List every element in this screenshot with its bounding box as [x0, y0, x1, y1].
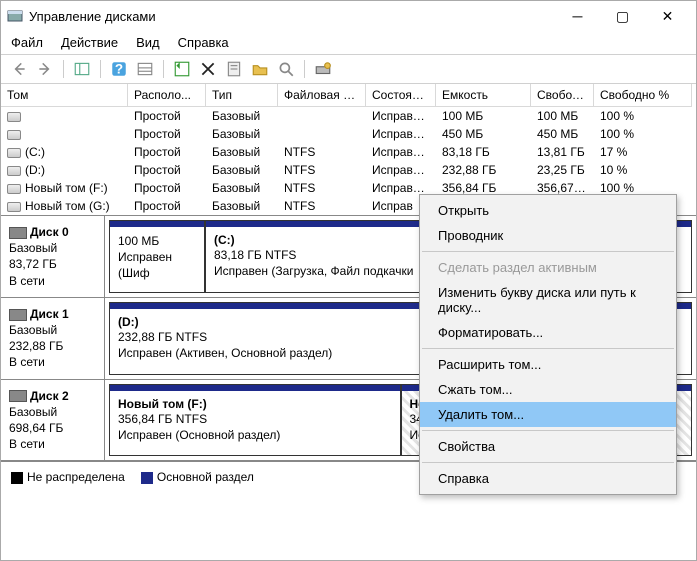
disk-2-size: 698,64 ГБ — [9, 420, 96, 436]
disk-1-name: Диск 1 — [30, 307, 69, 321]
back-icon[interactable] — [9, 59, 29, 79]
toolbar: ? — [1, 55, 696, 84]
disk-0-status: В сети — [9, 273, 96, 289]
disk-2-status: В сети — [9, 436, 96, 452]
properties-icon[interactable] — [224, 59, 244, 79]
col-status[interactable]: Состояние — [366, 84, 436, 107]
menu-help[interactable]: Справка — [178, 35, 229, 50]
disk-icon — [9, 309, 27, 321]
table-row[interactable]: (C:)ПростойБазовыйNTFSИсправен...83,18 Г… — [1, 143, 696, 161]
col-capacity[interactable]: Емкость — [436, 84, 531, 107]
table-header: Том Располо... Тип Файловая с... Состоян… — [1, 84, 696, 107]
minimize-button[interactable]: ─ — [555, 2, 600, 30]
panel-icon[interactable] — [72, 59, 92, 79]
vol-title: Новый том (F:) — [118, 397, 392, 411]
volume-icon — [7, 112, 21, 122]
disk-2-vol-0[interactable]: Новый том (F:) 356,84 ГБ NTFS Исправен (… — [109, 384, 401, 457]
menu-bar: Файл Действие Вид Справка — [1, 31, 696, 55]
help-icon[interactable]: ? — [109, 59, 129, 79]
disk-0-type: Базовый — [9, 240, 96, 256]
disk-0-label[interactable]: Диск 0 Базовый 83,72 ГБ В сети — [1, 216, 105, 297]
menu-view[interactable]: Вид — [136, 35, 160, 50]
volume-icon — [7, 184, 21, 194]
vol-status: Исправен (Основной раздел) — [118, 427, 392, 443]
ctx-explorer[interactable]: Проводник — [420, 223, 676, 248]
delete-icon[interactable] — [198, 59, 218, 79]
volume-icon — [7, 202, 21, 212]
disk-1-label[interactable]: Диск 1 Базовый 232,88 ГБ В сети — [1, 298, 105, 379]
legend-primary: Основной раздел — [141, 470, 254, 484]
ctx-properties[interactable]: Свойства — [420, 434, 676, 459]
menu-file[interactable]: Файл — [11, 35, 43, 50]
menu-action[interactable]: Действие — [61, 35, 118, 50]
col-free[interactable]: Свобод... — [531, 84, 594, 107]
col-type[interactable]: Тип — [206, 84, 278, 107]
forward-icon[interactable] — [35, 59, 55, 79]
table-row[interactable]: ПростойБазовыйИсправен...100 МБ100 МБ100… — [1, 107, 696, 125]
disk-icon — [9, 227, 27, 239]
disk-2-type: Базовый — [9, 404, 96, 420]
search-icon[interactable] — [276, 59, 296, 79]
window-title: Управление дисками — [29, 9, 555, 24]
volume-icon — [7, 148, 21, 158]
disk-2-label[interactable]: Диск 2 Базовый 698,64 ГБ В сети — [1, 380, 105, 461]
vol-size: 100 МБ — [118, 233, 196, 249]
disk-0-name: Диск 0 — [30, 225, 69, 239]
disk-2-name: Диск 2 — [30, 389, 69, 403]
refresh-icon[interactable] — [172, 59, 192, 79]
app-icon — [7, 8, 23, 24]
disk-icon — [9, 390, 27, 402]
ctx-delete[interactable]: Удалить том... — [420, 402, 676, 427]
col-volume[interactable]: Том — [1, 84, 128, 107]
ctx-help[interactable]: Справка — [420, 466, 676, 491]
disk-0-vol-0[interactable]: 100 МБ Исправен (Шиф — [109, 220, 205, 293]
vol-size: 356,84 ГБ NTFS — [118, 411, 392, 427]
close-button[interactable]: ✕ — [645, 2, 690, 30]
ctx-change-letter[interactable]: Изменить букву диска или путь к диску... — [420, 280, 676, 320]
volume-icon — [7, 166, 21, 176]
svg-text:?: ? — [115, 62, 123, 77]
disk-1-status: В сети — [9, 354, 96, 370]
ctx-make-active: Сделать раздел активным — [420, 255, 676, 280]
vol-status: Исправен (Шиф — [118, 249, 196, 281]
folder-icon[interactable] — [250, 59, 270, 79]
col-filesystem[interactable]: Файловая с... — [278, 84, 366, 107]
settings-icon[interactable] — [135, 59, 155, 79]
volume-icon — [7, 130, 21, 140]
title-bar: Управление дисками ─ ▢ ✕ — [1, 1, 696, 31]
ctx-open[interactable]: Открыть — [420, 198, 676, 223]
ctx-shrink[interactable]: Сжать том... — [420, 377, 676, 402]
col-layout[interactable]: Располо... — [128, 84, 206, 107]
table-row[interactable]: (D:)ПростойБазовыйNTFSИсправен...232,88 … — [1, 161, 696, 179]
disk-1-type: Базовый — [9, 322, 96, 338]
ctx-format[interactable]: Форматировать... — [420, 320, 676, 345]
context-menu: Открыть Проводник Сделать раздел активны… — [419, 194, 677, 495]
disk-settings-icon[interactable] — [313, 59, 333, 79]
col-free-pct[interactable]: Свободно % — [594, 84, 692, 107]
legend-unallocated: Не распределена — [11, 470, 125, 484]
table-row[interactable]: ПростойБазовыйИсправен...450 МБ450 МБ100… — [1, 125, 696, 143]
ctx-extend[interactable]: Расширить том... — [420, 352, 676, 377]
disk-0-size: 83,72 ГБ — [9, 256, 96, 272]
disk-1-size: 232,88 ГБ — [9, 338, 96, 354]
maximize-button[interactable]: ▢ — [600, 2, 645, 30]
